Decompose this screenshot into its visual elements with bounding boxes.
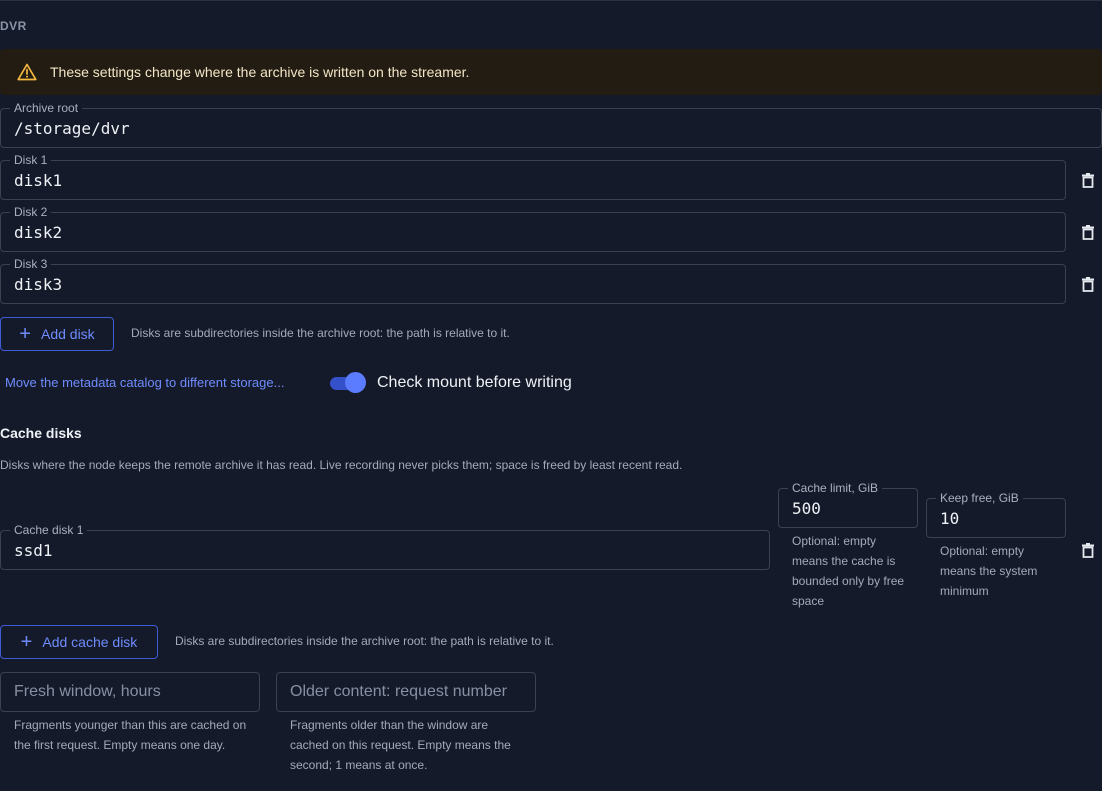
delete-disk-1-icon[interactable] (1081, 172, 1095, 188)
older-content-helper: Fragments older than the window are cach… (290, 718, 511, 772)
keep-free-helper: Optional: empty means the system minimum (940, 544, 1038, 598)
add-cache-disk-hint: Disks are subdirectories inside the arch… (175, 634, 554, 648)
disk-3-field[interactable]: Disk 3 disk3 (0, 257, 1066, 304)
warning-icon (17, 63, 37, 81)
cache-disk-1-field[interactable]: Cache disk 1 ssd1 (0, 523, 770, 570)
plus-icon: + (20, 631, 33, 653)
fresh-window-helper: Fragments younger than this are cached o… (14, 718, 247, 752)
disk-1-field[interactable]: Disk 1 disk1 (0, 153, 1066, 200)
older-content-placeholder: Older content: request number (290, 683, 508, 700)
toggle-thumb (345, 372, 366, 393)
add-disk-hint: Disks are subdirectories inside the arch… (131, 326, 510, 340)
check-mount-label: Check mount before writing (377, 374, 572, 391)
archive-root-field[interactable]: Archive root /storage/dvr (0, 101, 1102, 148)
delete-disk-2-icon[interactable] (1081, 224, 1095, 240)
disk-1-value: disk1 (14, 170, 63, 190)
cache-disk-1-value: ssd1 (14, 540, 53, 560)
fresh-window-placeholder: Fresh window, hours (14, 683, 161, 700)
archive-root-value: /storage/dvr (14, 118, 130, 138)
warning-alert: These settings change where the archive … (0, 49, 1102, 95)
delete-disk-3-icon[interactable] (1081, 276, 1095, 292)
disk-3-value: disk3 (14, 274, 63, 294)
cache-limit-helper: Optional: empty means the cache is bound… (792, 534, 905, 608)
add-disk-label: Add disk (40, 326, 95, 342)
cache-disks-description: Disks where the node keeps the remote ar… (0, 458, 683, 472)
fresh-window-input[interactable]: Fresh window, hours (0, 672, 260, 712)
add-disk-button[interactable]: + Add disk (0, 317, 114, 351)
keep-free-field[interactable]: Keep free, GiB 10 (926, 491, 1066, 538)
add-cache-disk-button[interactable]: + Add cache disk (0, 625, 158, 659)
section-title: DVR (0, 19, 27, 33)
cache-disks-heading: Cache disks (0, 425, 82, 441)
older-content-input[interactable]: Older content: request number (276, 672, 536, 712)
disk-2-field[interactable]: Disk 2 disk2 (0, 205, 1066, 252)
cache-limit-field[interactable]: Cache limit, GiB 500 (778, 481, 918, 528)
alert-message: These settings change where the archive … (50, 64, 470, 80)
delete-cache-disk-1-icon[interactable] (1081, 542, 1095, 558)
add-cache-disk-label: Add cache disk (42, 634, 138, 650)
cache-limit-value: 500 (792, 498, 821, 518)
keep-free-value: 10 (940, 508, 960, 528)
move-metadata-link[interactable]: Move the metadata catalog to different s… (5, 375, 284, 390)
disk-2-value: disk2 (14, 222, 63, 242)
plus-icon: + (19, 323, 31, 345)
check-mount-toggle[interactable] (328, 372, 366, 393)
